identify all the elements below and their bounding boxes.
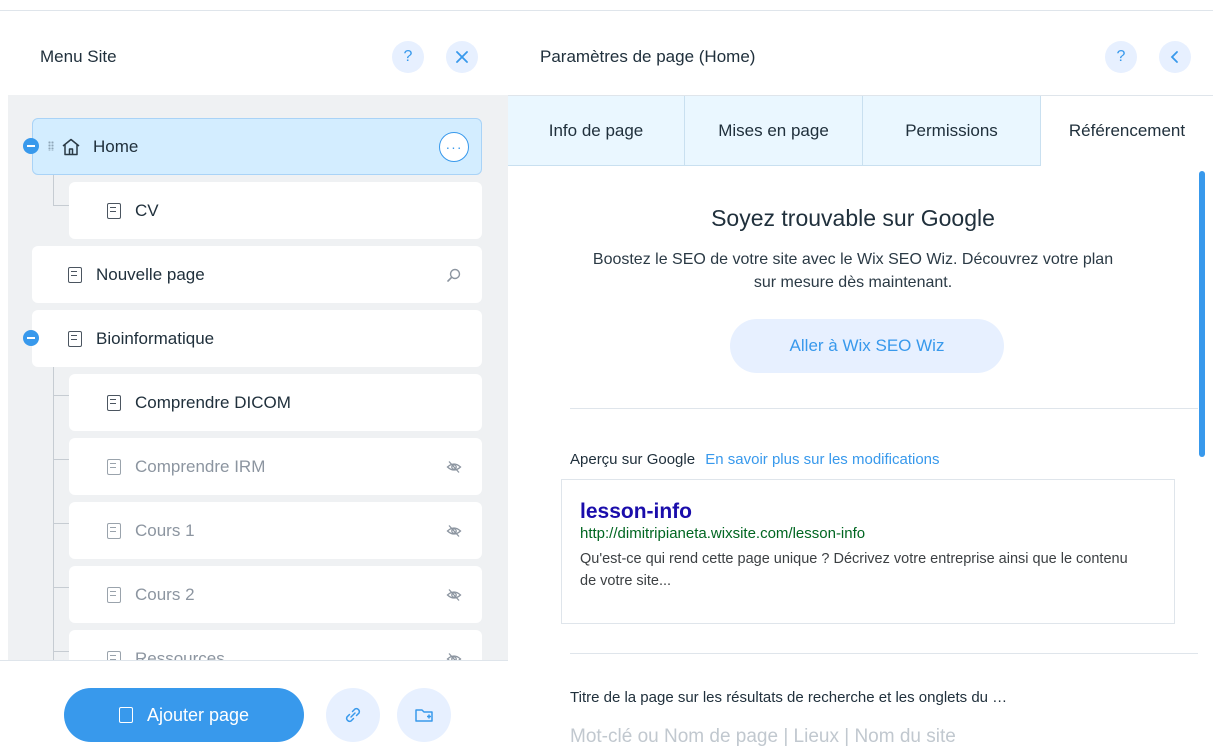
page-item-label: CV <box>135 200 159 220</box>
tab-permissions[interactable]: Permissions <box>863 96 1041 166</box>
page-icon <box>107 458 121 475</box>
search-seo-icon[interactable] <box>446 267 462 283</box>
settings-tabs: Info de page Mises en page Permissions R… <box>508 95 1213 166</box>
page-icon <box>107 650 121 660</box>
tree-connector <box>53 523 69 524</box>
scrollbar-thumb[interactable] <box>1199 171 1205 457</box>
chevron-left-icon <box>1170 51 1178 63</box>
site-menu-panel: Menu Site ? Home ··· CV Nouvelle page Bi… <box>0 11 508 756</box>
add-page-icon <box>118 707 133 723</box>
tree-connector <box>53 587 69 588</box>
page-item-nouvelle-page[interactable]: Nouvelle page <box>32 246 482 303</box>
page-icon <box>107 202 121 219</box>
google-preview-title: lesson-info <box>580 500 693 523</box>
add-folder-button[interactable] <box>397 688 451 742</box>
section-divider <box>570 653 1198 654</box>
page-item-bioinformatique[interactable]: Bioinformatique <box>32 310 482 367</box>
page-icon <box>68 330 82 347</box>
tree-footer-divider <box>0 660 508 661</box>
tab-referencement[interactable]: Référencement <box>1041 96 1213 166</box>
page-title-input[interactable]: Mot-clé ou Nom de page | Lieux | Nom du … <box>570 726 1170 748</box>
page-item-label: Bioinformatique <box>96 328 215 348</box>
tree-connector <box>53 459 69 460</box>
page-settings-title: Paramètres de page (Home) <box>540 47 756 66</box>
google-preview-description: Qu'est-ce qui rend cette page unique ? D… <box>580 551 1128 589</box>
add-page-button[interactable]: Ajouter page <box>64 688 304 742</box>
google-preview-header: Aperçu sur Google En savoir plus sur les… <box>570 451 940 468</box>
section-divider <box>570 408 1198 409</box>
page-item-label: Home <box>93 136 139 156</box>
question-icon: ? <box>1116 48 1126 65</box>
page-more-actions-button[interactable]: ··· <box>439 131 469 162</box>
page-item-label: Cours 2 <box>135 584 195 604</box>
tree-connector <box>53 651 69 652</box>
google-preview-box: lesson-info http://dimitripianeta.wixsit… <box>561 479 1175 624</box>
hidden-eye-icon[interactable] <box>446 459 462 475</box>
tree-connector <box>53 395 69 396</box>
page-item-label: Nouvelle page <box>96 264 205 284</box>
add-page-label: Ajouter page <box>146 704 250 725</box>
tab-mises-en-page[interactable]: Mises en page <box>685 96 863 166</box>
page-item-cv[interactable]: CV <box>69 182 482 239</box>
seo-promo-title: Soyez trouvable sur Google <box>711 205 995 231</box>
page-title-field-label: Titre de la page sur les résultats de re… <box>570 689 1008 706</box>
learn-more-link[interactable]: En savoir plus sur les modifications <box>705 451 939 468</box>
close-button[interactable] <box>446 41 478 73</box>
hidden-eye-icon[interactable] <box>446 587 462 603</box>
close-icon <box>456 51 468 63</box>
site-menu-header: Menu Site ? <box>0 11 508 95</box>
add-link-button[interactable] <box>326 688 380 742</box>
page-item-label: Comprendre IRM <box>135 456 266 476</box>
site-menu-title: Menu Site <box>40 47 117 66</box>
help-button[interactable]: ? <box>392 41 424 73</box>
page-item-label: Ressources <box>135 648 225 661</box>
back-button[interactable] <box>1159 41 1191 73</box>
tab-info-de-page[interactable]: Info de page <box>508 96 685 166</box>
page-icon <box>68 266 82 283</box>
tree-connector <box>53 175 54 205</box>
question-icon: ? <box>403 48 413 65</box>
page-item-label: Cours 1 <box>135 520 195 540</box>
hidden-eye-icon[interactable] <box>446 651 462 661</box>
page-settings-panel: Paramètres de page (Home) ? Info de page… <box>508 11 1213 756</box>
page-item-comprendre-dicom[interactable]: Comprendre DICOM <box>69 374 482 431</box>
page-item-cours-2[interactable]: Cours 2 <box>69 566 482 623</box>
collapse-toggle-bioinformatique[interactable] <box>23 330 39 346</box>
google-preview-label: Aperçu sur Google <box>570 451 696 468</box>
ellipsis-icon: ··· <box>445 138 463 155</box>
google-preview-url: http://dimitripianeta.wixsite.com/lesson… <box>580 525 866 542</box>
seo-wiz-button[interactable]: Aller à Wix SEO Wiz <box>730 319 1004 373</box>
hidden-eye-icon[interactable] <box>446 523 462 539</box>
page-item-ressources[interactable]: Ressources <box>69 630 482 660</box>
seo-content: Soyez trouvable sur Google Boostez le SE… <box>508 165 1198 756</box>
page-icon <box>107 522 121 539</box>
tree-connector <box>53 361 54 660</box>
collapse-toggle-home[interactable] <box>23 138 39 154</box>
tree-connector <box>53 205 69 206</box>
page-item-comprendre-irm[interactable]: Comprendre IRM <box>69 438 482 495</box>
drag-handle-icon[interactable] <box>48 141 54 151</box>
link-icon <box>345 707 361 723</box>
page-icon <box>107 586 121 603</box>
page-item-home[interactable]: Home ··· <box>32 118 482 175</box>
home-icon <box>62 138 80 155</box>
folder-icon <box>415 709 433 722</box>
settings-help-button[interactable]: ? <box>1105 41 1137 73</box>
page-item-cours-1[interactable]: Cours 1 <box>69 502 482 559</box>
pages-tree[interactable]: Home ··· CV Nouvelle page Bioinformatiqu… <box>8 95 508 660</box>
page-icon <box>107 394 121 411</box>
seo-promo-description: Boostez le SEO de votre site avec le Wix… <box>592 251 1114 291</box>
page-item-label: Comprendre DICOM <box>135 392 291 412</box>
